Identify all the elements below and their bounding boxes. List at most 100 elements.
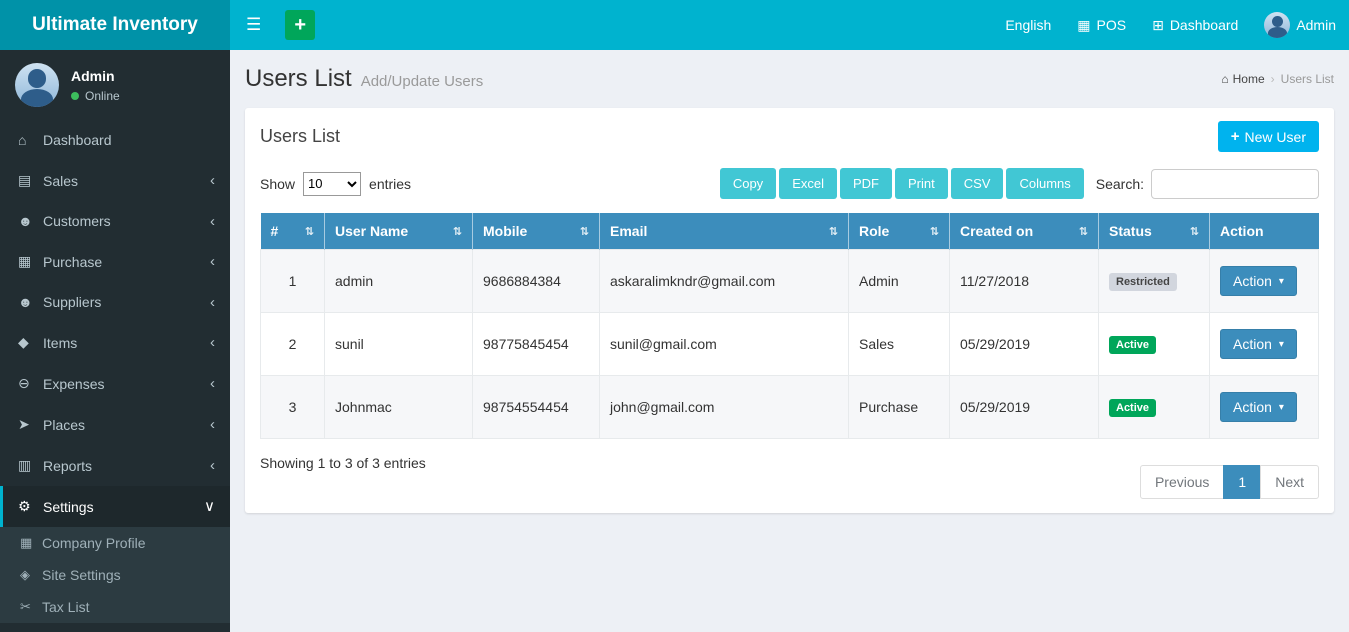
- sidebar-item-suppliers[interactable]: ☻ Suppliers ‹: [0, 282, 230, 322]
- sidebar-item-expenses[interactable]: ⊖ Expenses ‹: [0, 363, 230, 404]
- entries-label: entries: [369, 176, 411, 192]
- cell-action: Action ▾: [1210, 313, 1319, 376]
- chevron-left-icon: ‹: [210, 335, 215, 350]
- box-title: Users List: [260, 126, 340, 147]
- users-list-box: Users List + New User Show 10 entries: [245, 108, 1334, 513]
- cell-username: Johnmac: [325, 376, 473, 439]
- pdf-button[interactable]: PDF: [840, 168, 892, 199]
- page-subtitle: Add/Update Users: [361, 73, 484, 90]
- action-dropdown-button[interactable]: Action ▾: [1220, 329, 1297, 359]
- csv-button[interactable]: CSV: [951, 168, 1004, 199]
- app-logo[interactable]: Ultimate Inventory: [0, 0, 230, 50]
- sidebar-item-label: Suppliers: [43, 294, 210, 310]
- scissors-icon: ✂: [20, 599, 42, 615]
- dashboard-link[interactable]: ⊞ Dashboard: [1139, 0, 1251, 50]
- search-input[interactable]: [1151, 169, 1319, 199]
- caret-down-icon: ▾: [1279, 339, 1284, 350]
- column-header-label: Status: [1109, 223, 1152, 239]
- sort-icon: ⇅: [829, 225, 838, 238]
- plus-icon: +: [1231, 128, 1240, 145]
- sidebar-item-company-profile[interactable]: ▦ Company Profile: [0, 527, 230, 559]
- sidebar-item-items[interactable]: ◆ Items ‹: [0, 322, 230, 363]
- sidebar-user-status: Online: [71, 89, 120, 103]
- shield-icon: ◈: [20, 567, 42, 583]
- column-header-status[interactable]: Status⇅: [1099, 213, 1210, 250]
- search-label: Search:: [1096, 176, 1144, 192]
- column-header-created-on[interactable]: Created on⇅: [950, 213, 1099, 250]
- previous-page-button[interactable]: Previous: [1140, 465, 1224, 499]
- users-table: #⇅ User Name⇅ Mobile⇅ Email⇅ Role⇅ Creat…: [260, 213, 1319, 439]
- sidebar-item-dashboard[interactable]: ⌂ Dashboard: [0, 120, 230, 160]
- copy-button[interactable]: Copy: [720, 168, 776, 199]
- status-badge: Active: [1109, 336, 1156, 354]
- hamburger-icon[interactable]: ☰: [230, 0, 277, 50]
- table-row: 1 admin 9686884384 askaralimkndr@gmail.c…: [261, 250, 1319, 313]
- breadcrumb-home-link[interactable]: ⌂ Home: [1221, 72, 1264, 86]
- sort-icon: ⇅: [580, 225, 589, 238]
- sidebar-item-label: Purchase: [43, 254, 210, 270]
- column-header-role[interactable]: Role⇅: [849, 213, 950, 250]
- show-label: Show: [260, 176, 295, 192]
- column-header-mobile[interactable]: Mobile ⇅: [473, 213, 600, 250]
- language-label: English: [1005, 17, 1051, 33]
- submenu-item-label: Company Profile: [42, 535, 215, 551]
- plus-icon: +: [294, 14, 306, 37]
- column-header-number[interactable]: #⇅: [261, 213, 325, 250]
- sidebar-item-customers[interactable]: ☻ Customers ‹: [0, 201, 230, 241]
- page-length-select[interactable]: 10: [303, 172, 361, 196]
- sidebar-item-reports[interactable]: ▥ Reports ‹: [0, 445, 230, 486]
- page-length-control: Show 10 entries: [260, 172, 411, 196]
- column-header-label: Mobile: [483, 223, 527, 239]
- sidebar-item-site-settings[interactable]: ◈ Site Settings: [0, 559, 230, 591]
- chevron-left-icon: ‹: [210, 376, 215, 391]
- action-dropdown-button[interactable]: Action ▾: [1220, 266, 1297, 296]
- language-menu[interactable]: English: [992, 0, 1064, 50]
- datatable-controls: Show 10 entries Copy Excel PDF Print CSV…: [245, 162, 1334, 213]
- sidebar-item-places[interactable]: ➤ Places ‹: [0, 404, 230, 445]
- sort-icon: ⇅: [305, 225, 314, 238]
- cell-email: askaralimkndr@gmail.com: [600, 250, 849, 313]
- new-user-button[interactable]: + New User: [1218, 121, 1319, 152]
- sidebar-item-sales[interactable]: ▤ Sales ‹: [0, 160, 230, 201]
- cell-created-on: 11/27/2018: [950, 250, 1099, 313]
- items-icon: ◆: [18, 334, 43, 351]
- user-menu[interactable]: Admin: [1251, 0, 1349, 50]
- search-control: Search:: [1096, 169, 1319, 199]
- status-badge: Active: [1109, 399, 1156, 417]
- page-title: Users List: [245, 65, 352, 93]
- sidebar-item-tax-list[interactable]: ✂ Tax List: [0, 591, 230, 623]
- print-button[interactable]: Print: [895, 168, 948, 199]
- column-header-label: Role: [859, 223, 889, 239]
- columns-button[interactable]: Columns: [1006, 168, 1083, 199]
- quick-add-button[interactable]: +: [285, 10, 315, 40]
- top-navbar: ☰ + English ▦ POS ⊞ Dashboard Admin: [230, 0, 1349, 50]
- cell-role: Purchase: [849, 376, 950, 439]
- company-profile-icon: ▦: [20, 535, 42, 551]
- column-header-username[interactable]: User Name⇅: [325, 213, 473, 250]
- navbar-right: English ▦ POS ⊞ Dashboard Admin: [992, 0, 1349, 50]
- sidebar-item-settings[interactable]: ⚙ Settings ∨: [0, 486, 230, 527]
- table-header-row: #⇅ User Name⇅ Mobile⇅ Email⇅ Role⇅ Creat…: [261, 213, 1319, 250]
- sidebar-user-name: Admin: [71, 68, 120, 84]
- sidebar-user-avatar: [15, 63, 59, 107]
- customers-icon: ☻: [18, 213, 43, 229]
- column-header-action[interactable]: Action: [1210, 213, 1319, 250]
- next-page-button[interactable]: Next: [1260, 465, 1319, 499]
- action-dropdown-button[interactable]: Action ▾: [1220, 392, 1297, 422]
- chevron-left-icon: ‹: [210, 214, 215, 229]
- content-wrapper: Users List Add/Update Users ⌂ Home › Use…: [230, 50, 1349, 513]
- column-header-email[interactable]: Email⇅: [600, 213, 849, 250]
- top-header: Ultimate Inventory ☰ + English ▦ POS ⊞ D…: [0, 0, 1349, 50]
- page-1-button[interactable]: 1: [1223, 465, 1261, 499]
- pos-link[interactable]: ▦ POS: [1064, 0, 1139, 50]
- sort-icon: ⇅: [1079, 225, 1088, 238]
- purchase-icon: ▦: [18, 253, 43, 270]
- sort-icon: ⇅: [453, 225, 462, 238]
- sidebar-menu: ⌂ Dashboard ▤ Sales ‹ ☻ Customers ‹ ▦ Pu…: [0, 120, 230, 623]
- sidebar-item-purchase[interactable]: ▦ Purchase ‹: [0, 241, 230, 282]
- content-header: Users List Add/Update Users ⌂ Home › Use…: [230, 50, 1349, 108]
- action-label: Action: [1233, 399, 1272, 415]
- excel-button[interactable]: Excel: [779, 168, 837, 199]
- content: Users List + New User Show 10 entries: [230, 108, 1349, 513]
- cell-status: Restricted: [1099, 250, 1210, 313]
